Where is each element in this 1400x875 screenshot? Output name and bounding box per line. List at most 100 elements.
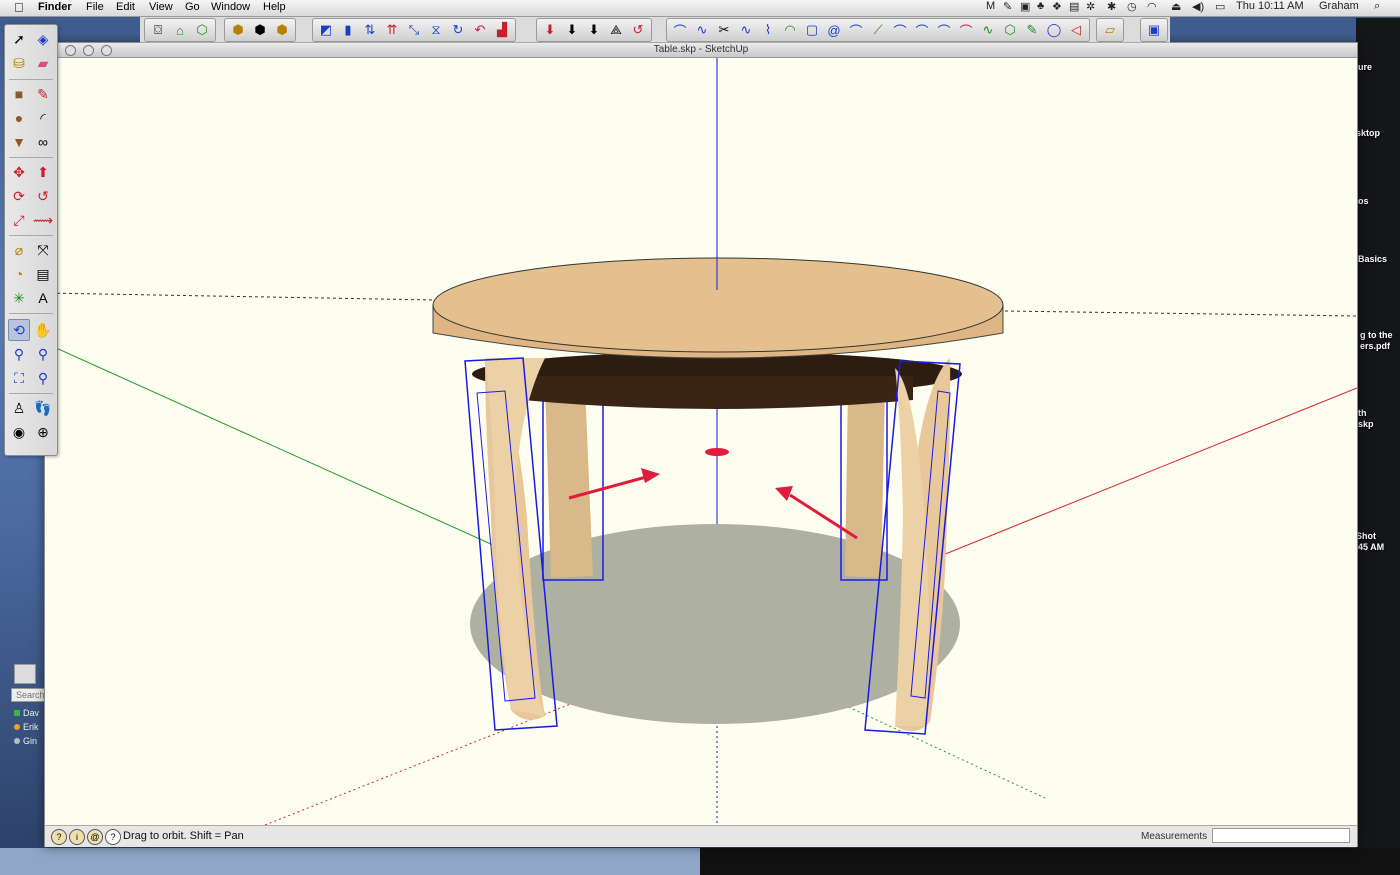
eject-icon[interactable]: ⏏ [1171, 0, 1181, 13]
catmull-icon[interactable]: ⌇ [758, 20, 778, 40]
zoom-window-tool-icon[interactable]: ⚲ [32, 343, 54, 365]
chamfer-icon[interactable]: ⌒ [912, 20, 932, 40]
arc-tool-icon[interactable]: ◜ [32, 107, 54, 129]
model-canvas[interactable] [45, 58, 1357, 825]
pan-tool-icon[interactable]: ✋ [32, 319, 54, 341]
desktop-icon-label[interactable]: 45 AM [1358, 542, 1384, 552]
flip-icon[interactable]: ⧖ [426, 20, 446, 40]
front-view-icon[interactable]: ⬢ [272, 20, 292, 40]
desktop-icon-label[interactable]: g to the [1360, 330, 1393, 340]
text-tool-icon[interactable]: ▤ [32, 263, 54, 285]
pull-icon[interactable]: ⇈ [382, 20, 402, 40]
make-component-icon[interactable]: ◈ [32, 28, 54, 50]
circle-tool-icon[interactable]: ● [8, 107, 30, 129]
desktop-icon-label[interactable]: skp [1358, 419, 1374, 429]
bezier-icon[interactable]: ⌒ [670, 20, 690, 40]
lasso-icon[interactable]: ◁ [1066, 20, 1086, 40]
position-camera-icon[interactable]: ♙ [8, 397, 30, 419]
menu-clock[interactable]: Thu 10:11 AM [1236, 0, 1304, 12]
scale-diagonal-icon[interactable]: ⤡ [404, 20, 424, 40]
credits-icon[interactable]: i [69, 829, 85, 845]
spiral-icon[interactable]: @ [824, 20, 844, 40]
wrench-icon[interactable]: ✎ [1022, 20, 1042, 40]
desktop-icon-label[interactable]: th [1358, 408, 1367, 418]
arc-icon[interactable]: ⌒ [846, 20, 866, 40]
match-photo-icon[interactable]: ▱ [1100, 20, 1120, 40]
polygon-icon[interactable]: ⬡ [1000, 20, 1020, 40]
desktop-icon-label[interactable]: ure [1358, 62, 1372, 72]
iso-view-icon[interactable]: ⬢ [228, 20, 248, 40]
fillet-icon[interactable]: ⌒ [890, 20, 910, 40]
evernote-icon[interactable]: ♣ [1037, 0, 1044, 12]
flip-edge-icon[interactable]: ↺ [628, 20, 648, 40]
buddy-row[interactable]: Erik [14, 722, 39, 732]
top-view-icon[interactable]: ⬢ [250, 20, 270, 40]
offset-tool-icon[interactable]: ⟿ [32, 209, 54, 231]
help-icon[interactable]: ? [105, 829, 121, 845]
apple-menu-icon[interactable]:  [14, 0, 24, 15]
smoove-icon[interactable]: ⟁ [606, 20, 626, 40]
orbit-tool-icon[interactable]: ⟲ [8, 319, 30, 341]
desktop-icon-label[interactable]: os [1358, 196, 1369, 206]
polyline-icon[interactable]: ✂ [714, 20, 734, 40]
shape-icon[interactable]: ▟ [492, 20, 512, 40]
paint-bucket-icon[interactable]: ⛁ [8, 52, 30, 74]
window-toggle-icon[interactable]: ▣ [1144, 20, 1164, 40]
look-around-icon[interactable]: ◉ [8, 421, 30, 443]
drape-icon[interactable]: ⬇ [540, 20, 560, 40]
previous-view-icon[interactable]: ⚲ [32, 367, 54, 389]
section-plane-icon[interactable]: ⊕ [32, 421, 54, 443]
select-tool-icon[interactable]: ➚ [8, 28, 30, 50]
walk-tool-icon[interactable]: 👣 [32, 397, 54, 419]
select-face-icon[interactable]: ◩ [316, 20, 336, 40]
rounded-rect-icon[interactable]: ▢ [802, 20, 822, 40]
arc-3pt-icon[interactable]: ⌒ [934, 20, 954, 40]
dimension-tool-icon[interactable]: ⤧ [32, 239, 54, 261]
stamp-icon[interactable]: ⬇ [562, 20, 582, 40]
sync-icon[interactable]: ▤ [1069, 0, 1079, 13]
dropbox-icon[interactable]: ❖ [1052, 0, 1062, 13]
buddy-search-input[interactable] [11, 688, 47, 702]
move-tool-icon[interactable]: ✥ [8, 161, 30, 183]
wifi-icon[interactable]: ◠ [1147, 0, 1157, 13]
rotate-icon[interactable]: ↻ [448, 20, 468, 40]
volume-icon[interactable]: ◀) [1192, 0, 1204, 13]
desktop-icon-label[interactable]: ers.pdf [1360, 341, 1390, 351]
bulge-icon[interactable]: ⌒ [956, 20, 976, 40]
buddy-row[interactable]: Gin [14, 736, 37, 746]
time-machine-icon[interactable]: ◷ [1127, 0, 1137, 13]
bend-icon[interactable]: ↶ [470, 20, 490, 40]
notes-icon[interactable]: ✎ [1003, 0, 1012, 13]
eraser-icon[interactable]: ▰ [32, 52, 54, 74]
menu-app-name[interactable]: Finder [38, 1, 72, 13]
gmail-icon[interactable]: M [986, 0, 995, 12]
3d-text-icon[interactable]: A [32, 287, 54, 309]
divide-icon[interactable]: ⟋ [868, 20, 888, 40]
menu-help[interactable]: Help [263, 1, 286, 13]
ellipse-icon[interactable]: ◯ [1044, 20, 1064, 40]
menu-edit[interactable]: Edit [116, 1, 135, 13]
arc-curve-icon[interactable]: ◠ [780, 20, 800, 40]
north-icon[interactable]: ⬇ [584, 20, 604, 40]
menu-file[interactable]: File [86, 1, 104, 13]
tape-measure-icon[interactable]: ⌀ [8, 239, 30, 261]
measurements-input[interactable] [1212, 828, 1350, 843]
axes-tool-icon[interactable]: ✳ [8, 287, 30, 309]
user-icon[interactable]: @ [87, 829, 103, 845]
zoom-extents-icon[interactable]: ⛶ [8, 367, 30, 389]
desktop-icon-label[interactable]: Shot [1356, 531, 1376, 541]
offset-curve-icon[interactable]: ∿ [978, 20, 998, 40]
push-icon[interactable]: ⇅ [360, 20, 380, 40]
push-pull-icon[interactable]: ⬆ [32, 161, 54, 183]
follow-me-icon[interactable]: ↺ [32, 185, 54, 207]
pencil-line-icon[interactable]: ✎ [32, 83, 54, 105]
xray-style-icon[interactable]: ⌼ [148, 20, 168, 40]
protractor-icon[interactable]: ◔ [8, 263, 30, 285]
battery-icon[interactable]: ▭ [1215, 0, 1225, 13]
desktop-icon-label[interactable]: sktop [1356, 128, 1380, 138]
freehand-tool-icon[interactable]: ∞ [32, 131, 54, 153]
freehand-icon[interactable]: ∿ [736, 20, 756, 40]
wireframe-icon[interactable]: ⬡ [192, 20, 212, 40]
scale-tool-icon[interactable]: ⤢ [8, 209, 30, 231]
bluetooth-icon[interactable]: ✱ [1107, 0, 1116, 13]
